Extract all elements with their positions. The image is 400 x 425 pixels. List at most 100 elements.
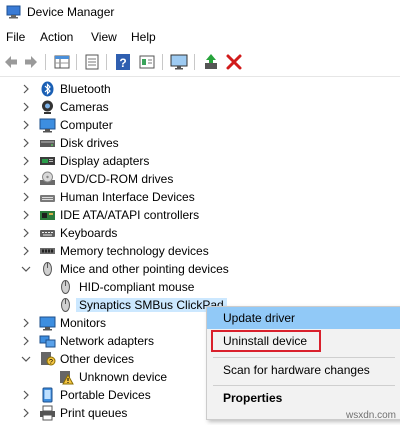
tree-item-label: Cameras xyxy=(60,100,109,114)
mouse-icon xyxy=(61,298,70,312)
chevron-right-icon[interactable] xyxy=(21,155,31,167)
tree-item-label: Mice and other pointing devices xyxy=(60,262,229,276)
chevron-right-icon[interactable] xyxy=(21,209,31,221)
monitor-icon xyxy=(39,316,56,331)
properties-grid-icon[interactable] xyxy=(53,53,71,71)
toolbar-separator xyxy=(194,54,195,70)
tree-item-mice-and-other-pointing-devices[interactable]: Mice and other pointing devices xyxy=(0,260,400,278)
menu-separator xyxy=(213,357,395,358)
tree-item-ide-ata-atapi-controllers[interactable]: IDE ATA/ATAPI controllers xyxy=(0,206,400,224)
menu-bar: File Action View Help xyxy=(0,26,400,48)
toolbar-separator xyxy=(162,54,163,70)
tree-item-hid-compliant-mouse[interactable]: HID-compliant mouse xyxy=(0,278,400,296)
bluetooth-icon xyxy=(41,81,54,97)
menu-separator xyxy=(213,385,395,386)
menu-action[interactable]: Action xyxy=(40,30,73,44)
tree-item-label: Display adapters xyxy=(60,154,150,168)
tree-item-label: Print queues xyxy=(60,406,128,420)
memory-icon xyxy=(40,248,55,254)
disk-drive-icon xyxy=(40,140,55,147)
computer-icon xyxy=(39,118,56,133)
portable-device-icon xyxy=(42,387,53,403)
tree-item-cameras[interactable]: Cameras xyxy=(0,98,400,116)
tree-item-label: Keyboards xyxy=(60,226,118,240)
help-icon[interactable]: ? xyxy=(114,53,132,71)
tree-item-label: Computer xyxy=(60,118,113,132)
tree-item-memory-technology-devices[interactable]: Memory technology devices xyxy=(0,242,400,260)
context-menu-scan-hardware[interactable]: Scan for hardware changes xyxy=(207,359,400,381)
menu-item-label: Properties xyxy=(223,391,283,405)
document-icon[interactable] xyxy=(83,53,101,71)
menu-item-label: Update driver xyxy=(223,311,296,325)
toolbar-separator xyxy=(45,54,46,70)
tree-item-keyboards[interactable]: Keyboards xyxy=(0,224,400,242)
ide-controller-icon xyxy=(40,211,55,220)
tree-item-display-adapters[interactable]: Display adapters xyxy=(0,152,400,170)
chevron-right-icon[interactable] xyxy=(21,335,31,347)
context-menu-update-driver[interactable]: Update driver xyxy=(207,307,400,329)
svg-text:?: ? xyxy=(49,359,53,366)
chevron-down-icon[interactable] xyxy=(21,353,31,365)
tree-item-dvd-cd-rom-drives[interactable]: DVD/CD-ROM drives xyxy=(0,170,400,188)
view-icon[interactable] xyxy=(138,53,156,71)
keyboard-icon xyxy=(40,230,55,237)
chevron-right-icon[interactable] xyxy=(21,83,31,95)
tree-item-label: IDE ATA/ATAPI controllers xyxy=(60,208,200,222)
toolbar-separator xyxy=(106,54,107,70)
device-manager-icon xyxy=(6,5,21,19)
window-title: Device Manager xyxy=(27,5,115,19)
menu-file[interactable]: File xyxy=(6,30,25,44)
tree-item-label: Disk drives xyxy=(60,136,119,150)
tree-item-label: HID-compliant mouse xyxy=(79,280,195,294)
context-menu-uninstall-device[interactable]: Uninstall device xyxy=(211,330,321,352)
tree-item-disk-drives[interactable]: Disk drives xyxy=(0,134,400,152)
menu-item-label: Scan for hardware changes xyxy=(223,363,370,377)
tree-item-label: Memory technology devices xyxy=(60,244,209,258)
context-menu-properties[interactable]: Properties xyxy=(207,387,400,409)
chevron-right-icon[interactable] xyxy=(21,227,31,239)
menu-help[interactable]: Help xyxy=(131,30,156,44)
other-devices-icon: ? xyxy=(41,352,56,366)
chevron-right-icon[interactable] xyxy=(21,407,31,419)
update-driver-icon[interactable] xyxy=(202,53,220,71)
hid-icon xyxy=(40,195,55,202)
chevron-right-icon[interactable] xyxy=(21,173,31,185)
tree-item-bluetooth[interactable]: Bluetooth xyxy=(0,80,400,98)
uninstall-x-icon[interactable] xyxy=(225,53,243,71)
chevron-right-icon[interactable] xyxy=(21,101,31,113)
tree-item-label: Other devices xyxy=(60,352,135,366)
printer-icon xyxy=(40,405,55,421)
chevron-right-icon[interactable] xyxy=(21,245,31,257)
mouse-icon xyxy=(43,262,52,276)
toolbar-separator xyxy=(76,54,77,70)
svg-text:?: ? xyxy=(119,56,126,70)
chevron-down-icon[interactable] xyxy=(21,263,31,275)
back-arrow-icon[interactable] xyxy=(2,53,20,71)
chevron-right-icon[interactable] xyxy=(21,317,31,329)
tree-item-label: Network adapters xyxy=(60,334,155,348)
tree-item-label: Unknown device xyxy=(79,370,168,384)
context-menu: Update driver Uninstall device Scan for … xyxy=(206,306,400,420)
mouse-icon xyxy=(61,280,70,294)
dvd-drive-icon xyxy=(40,171,55,185)
tree-item-label: Portable Devices xyxy=(60,388,151,402)
chevron-right-icon[interactable] xyxy=(21,119,31,131)
tree-item-computer[interactable]: Computer xyxy=(0,116,400,134)
title-bar: Device Manager xyxy=(0,0,400,26)
menu-item-label: Uninstall device xyxy=(223,334,308,348)
tree-item-label: Human Interface Devices xyxy=(60,190,195,204)
forward-arrow-icon[interactable] xyxy=(22,53,40,71)
menu-view[interactable]: View xyxy=(91,30,117,44)
chevron-right-icon[interactable] xyxy=(21,191,31,203)
chevron-right-icon[interactable] xyxy=(21,389,31,401)
tree-item-label: DVD/CD-ROM drives xyxy=(60,172,174,186)
tree-item-label: Bluetooth xyxy=(60,82,111,96)
camera-icon xyxy=(42,100,53,114)
tree-item-human-interface-devices[interactable]: Human Interface Devices xyxy=(0,188,400,206)
watermark: wsxdn.com xyxy=(345,410,396,421)
tree-item-label: Monitors xyxy=(60,316,107,330)
chevron-right-icon[interactable] xyxy=(21,137,31,149)
monitor-scan-icon[interactable] xyxy=(170,53,188,71)
display-adapter-icon xyxy=(40,157,55,165)
toolbar: ? xyxy=(0,48,400,77)
